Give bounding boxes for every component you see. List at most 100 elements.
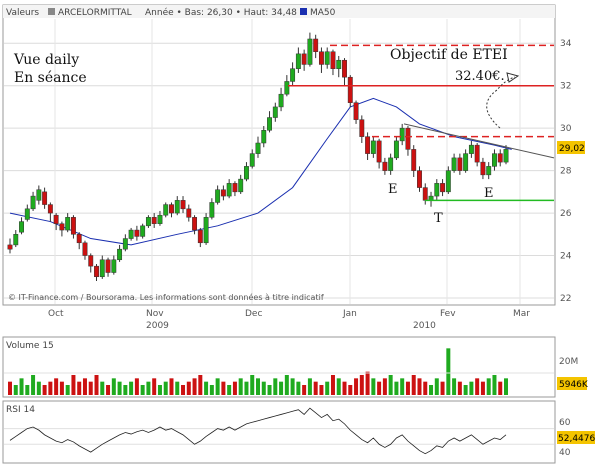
volume-bar: [134, 378, 139, 395]
volume-bar: [348, 385, 353, 395]
month-jan: Jan: [342, 309, 357, 319]
volume-bar: [175, 381, 180, 395]
month-fev: Fev: [440, 309, 456, 319]
volume-bar: [302, 385, 307, 395]
candle-up: [284, 81, 290, 95]
volume-bar: [342, 381, 347, 395]
volume-bar: [163, 381, 168, 395]
candle-down: [480, 161, 486, 176]
candle-down: [474, 144, 480, 163]
candle-up: [492, 153, 497, 167]
candle-down: [347, 76, 353, 103]
legend-name: ARCELORMITTAL: [58, 8, 132, 18]
candle-up: [336, 59, 342, 69]
volume-bar: [365, 371, 370, 395]
annotation-objective: Objectif de ETEI: [390, 47, 508, 63]
candle-up: [249, 153, 255, 167]
volume-bar: [59, 381, 64, 395]
month-oct: Oct: [48, 309, 64, 319]
candle-up: [238, 178, 244, 193]
volume-bar: [215, 378, 220, 395]
last-price-value: 29,02: [559, 144, 585, 154]
volume-bar: [192, 378, 197, 395]
volume-bar: [307, 378, 312, 395]
volume-bar: [377, 381, 382, 395]
candle-up: [65, 217, 71, 231]
volume-bar: [71, 375, 76, 395]
annotation-target: 32.40€.: [455, 69, 505, 84]
candle-down: [47, 204, 53, 214]
candle-down: [186, 208, 192, 218]
legend-ma: MA50: [310, 8, 336, 18]
candle-down: [220, 189, 226, 197]
candle-down: [94, 265, 99, 278]
candle-down: [59, 223, 65, 231]
volume-bar: [423, 381, 428, 395]
candle-down: [440, 183, 446, 193]
price-tick-label: 22: [560, 294, 571, 304]
volume-bar: [169, 378, 174, 395]
volume-bar: [238, 378, 243, 395]
legend-swatch-price: [48, 8, 55, 15]
candle-up: [157, 214, 163, 224]
candle-down: [330, 51, 336, 69]
price-tick-label: 32: [560, 82, 571, 92]
volume-bar: [313, 381, 318, 395]
annotation-e-right: E: [484, 186, 494, 201]
candle-up: [463, 153, 469, 171]
volume-bar: [492, 375, 497, 395]
annotation-session-1: Vue daily: [13, 52, 79, 68]
candle-down: [318, 51, 324, 65]
year-2009: 2009: [146, 321, 169, 331]
volume-bar: [31, 375, 36, 395]
candle-up: [226, 183, 232, 197]
volume-bar: [140, 385, 145, 395]
candle-up: [128, 229, 134, 239]
volume-bar: [371, 378, 376, 395]
candle-up: [399, 127, 405, 142]
candle-up: [19, 221, 24, 233]
rsi-tick-40: 40: [559, 448, 571, 458]
price-axis: 22 24 26 28 30 32 34: [560, 39, 572, 304]
candle-down: [376, 140, 382, 163]
candle-down: [169, 204, 174, 214]
volume-bar: [256, 378, 260, 395]
volume-bar: [181, 385, 186, 395]
candle-up: [290, 68, 296, 82]
volume-bar: [129, 381, 134, 395]
month-mar: Mar: [513, 309, 530, 319]
volume-bar: [100, 381, 105, 395]
candle-up: [122, 238, 128, 250]
volume-bar: [106, 385, 111, 395]
candle-down: [76, 234, 82, 244]
price-tick-label: 30: [560, 124, 572, 134]
candle-down: [417, 170, 422, 188]
price-tick-label: 24: [560, 252, 572, 262]
candle-up: [261, 130, 267, 144]
volume-bar: [146, 381, 151, 395]
rsi-tick-60: 60: [559, 418, 571, 428]
volume-bar: [417, 378, 422, 395]
volume-bar: [36, 381, 41, 395]
volume-bar: [54, 378, 59, 395]
volume-bar: [48, 381, 53, 395]
candle-up: [30, 195, 36, 210]
volume-bar: [209, 385, 214, 395]
price-tick-label: 34: [560, 39, 572, 49]
candle-down: [365, 136, 371, 154]
candle-up: [503, 149, 509, 163]
volume-bar: [405, 381, 410, 395]
volume-bar: [440, 381, 445, 395]
candle-down: [70, 217, 76, 235]
volume-bar: [19, 378, 24, 395]
volume-last-value: 5946K: [559, 380, 589, 390]
candle-down: [457, 157, 463, 171]
month-nov: Nov: [146, 309, 164, 319]
volume-bar: [152, 378, 157, 395]
candle-up: [451, 157, 457, 171]
volume-bar: [82, 378, 87, 395]
volume-bar: [504, 378, 508, 395]
rsi-title: RSI 14: [6, 405, 35, 415]
candle-up: [272, 106, 278, 118]
candle-down: [192, 217, 198, 231]
